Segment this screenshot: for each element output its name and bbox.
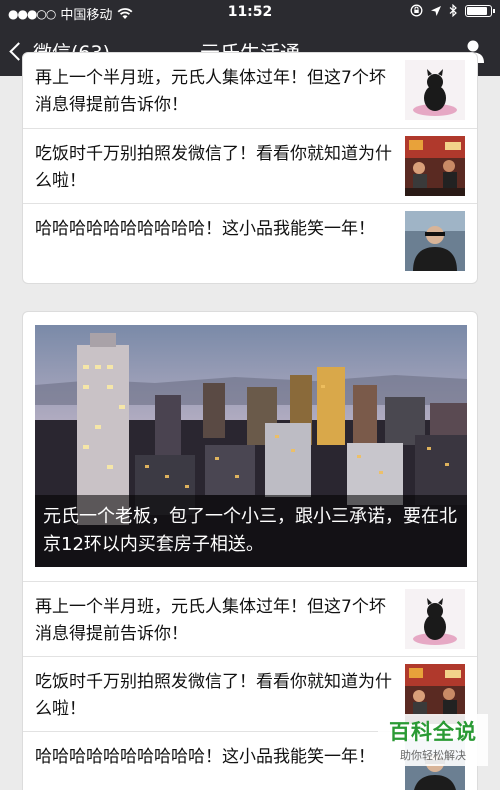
article-thumbnail (405, 60, 465, 120)
list-item[interactable]: 再上一个半月班，元氏人集体过年！但这7个坏消息得提前告诉你！ (23, 581, 477, 656)
article-title: 再上一个半月班，元氏人集体过年！但这7个坏消息得提前告诉你！ (35, 597, 386, 644)
list-item[interactable]: 再上一个半月班，元氏人集体过年！但这7个坏消息得提前告诉你！ (23, 53, 477, 128)
watermark-subtitle: 助你轻松解决 (400, 749, 466, 762)
article-thumbnail (405, 136, 465, 196)
list-item[interactable]: 哈哈哈哈哈哈哈哈哈哈！这小品我能笑一年！ (23, 203, 477, 278)
bluetooth-icon (449, 4, 457, 17)
watermark-title: 百科全说 (389, 720, 477, 744)
article-title: 再上一个半月班，元氏人集体过年！但这7个坏消息得提前告诉你！ (35, 68, 386, 115)
status-bar: ●●●○○ 中国移动 11:52 (0, 0, 500, 26)
article-card-1: 再上一个半月班，元氏人集体过年！但这7个坏消息得提前告诉你！ 吃饭时千万别拍照发… (22, 52, 478, 284)
rotation-lock-icon (410, 4, 423, 17)
article-title: 哈哈哈哈哈哈哈哈哈哈！这小品我能笑一年！ (35, 747, 375, 767)
article-title: 哈哈哈哈哈哈哈哈哈哈！这小品我能笑一年！ (35, 219, 375, 239)
article-title: 吃饭时千万别拍照发微信了！看看你就知道为什么啦！ (35, 144, 392, 191)
hero-caption: 元氏一个老板，包了一个小三，跟小三承诺，要在北京12环以内买套房子相送。 (35, 495, 467, 567)
article-thumbnail (405, 211, 465, 271)
article-title: 吃饭时千万别拍照发微信了！看看你就知道为什么啦！ (35, 672, 392, 719)
list-item[interactable]: 吃饭时千万别拍照发微信了！看看你就知道为什么啦！ (23, 128, 477, 203)
battery-icon (465, 4, 495, 17)
watermark-logo: 百科全说 助你轻松解决 (378, 714, 488, 766)
location-icon (431, 5, 441, 16)
article-thumbnail (405, 589, 465, 649)
hero-article[interactable]: 元氏一个老板，包了一个小三，跟小三承诺，要在北京12环以内买套房子相送。 (35, 325, 467, 567)
